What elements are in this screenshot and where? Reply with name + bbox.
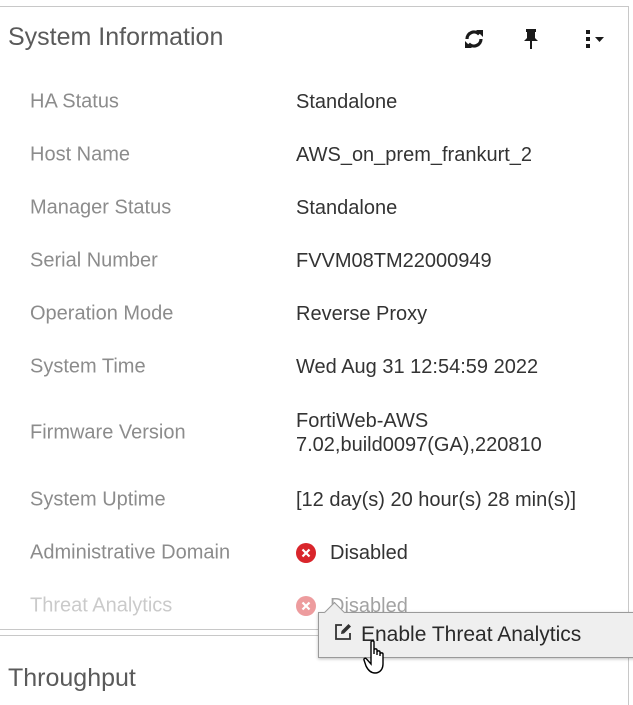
- row-value: AWS_on_prem_frankurt_2: [296, 143, 533, 166]
- disabled-x-icon: [296, 542, 316, 563]
- row-label: Manager Status: [30, 196, 172, 218]
- row-label: Firmware Version: [30, 421, 186, 444]
- tooltip-label: Enable Threat Analytics: [361, 623, 582, 646]
- more-menu-icon[interactable]: [582, 27, 610, 56]
- row-value: [12 day(s) 20 hour(s) 28 min(s)]: [296, 488, 577, 511]
- status-text: Disabled: [330, 541, 408, 564]
- info-rows: HA Status Standalone Host Name AWS_on_pr…: [0, 75, 628, 632]
- info-row-system-time: System Time Wed Aug 31 12:54:59 2022: [0, 340, 628, 393]
- row-label: Threat Analytics: [30, 594, 173, 616]
- firmware-line-2: 7.02,build0097(GA),220810: [296, 434, 542, 456]
- row-value: Standalone: [296, 90, 398, 113]
- refresh-icon[interactable]: [462, 27, 486, 56]
- row-value: Standalone: [296, 196, 398, 219]
- panel-title: System Information: [8, 23, 224, 51]
- system-information-panel: System Information HA Status Standalone …: [0, 6, 629, 630]
- row-label: Operation Mode: [30, 302, 174, 324]
- info-row-host-name: Host Name AWS_on_prem_frankurt_2: [0, 128, 628, 181]
- row-value: Wed Aug 31 12:54:59 2022: [296, 355, 539, 378]
- disabled-x-icon: [296, 595, 316, 616]
- panel-header: System Information: [0, 7, 628, 71]
- row-value: FVVM08TM22000949: [296, 249, 492, 272]
- row-label: HA Status: [30, 90, 119, 112]
- edit-icon: [333, 622, 353, 648]
- info-row-firmware-version: Firmware Version FortiWeb-AWS 7.02,build…: [0, 393, 628, 473]
- row-value: FortiWeb-AWS 7.02,build0097(GA),220810: [296, 409, 542, 457]
- row-label: System Time: [30, 355, 146, 377]
- pin-icon[interactable]: [521, 27, 541, 56]
- info-row-system-uptime: System Uptime [12 day(s) 20 hour(s) 28 m…: [0, 473, 628, 526]
- row-value: Reverse Proxy: [296, 302, 428, 325]
- info-row-serial-number: Serial Number FVVM08TM22000949: [0, 234, 628, 287]
- info-row-administrative-domain: Administrative Domain Disabled: [0, 526, 628, 579]
- info-row-ha-status: HA Status Standalone: [0, 75, 628, 128]
- row-label: System Uptime: [30, 488, 166, 510]
- panel-title: Throughput: [8, 664, 136, 692]
- info-row-operation-mode: Operation Mode Reverse Proxy: [0, 287, 628, 340]
- hand-cursor-icon: [363, 640, 391, 681]
- row-label: Administrative Domain: [30, 541, 231, 563]
- row-label: Serial Number: [30, 249, 158, 271]
- info-row-manager-status: Manager Status Standalone: [0, 181, 628, 234]
- row-value: Disabled: [296, 541, 408, 565]
- firmware-line-1: FortiWeb-AWS: [296, 410, 429, 432]
- row-label: Host Name: [30, 143, 131, 165]
